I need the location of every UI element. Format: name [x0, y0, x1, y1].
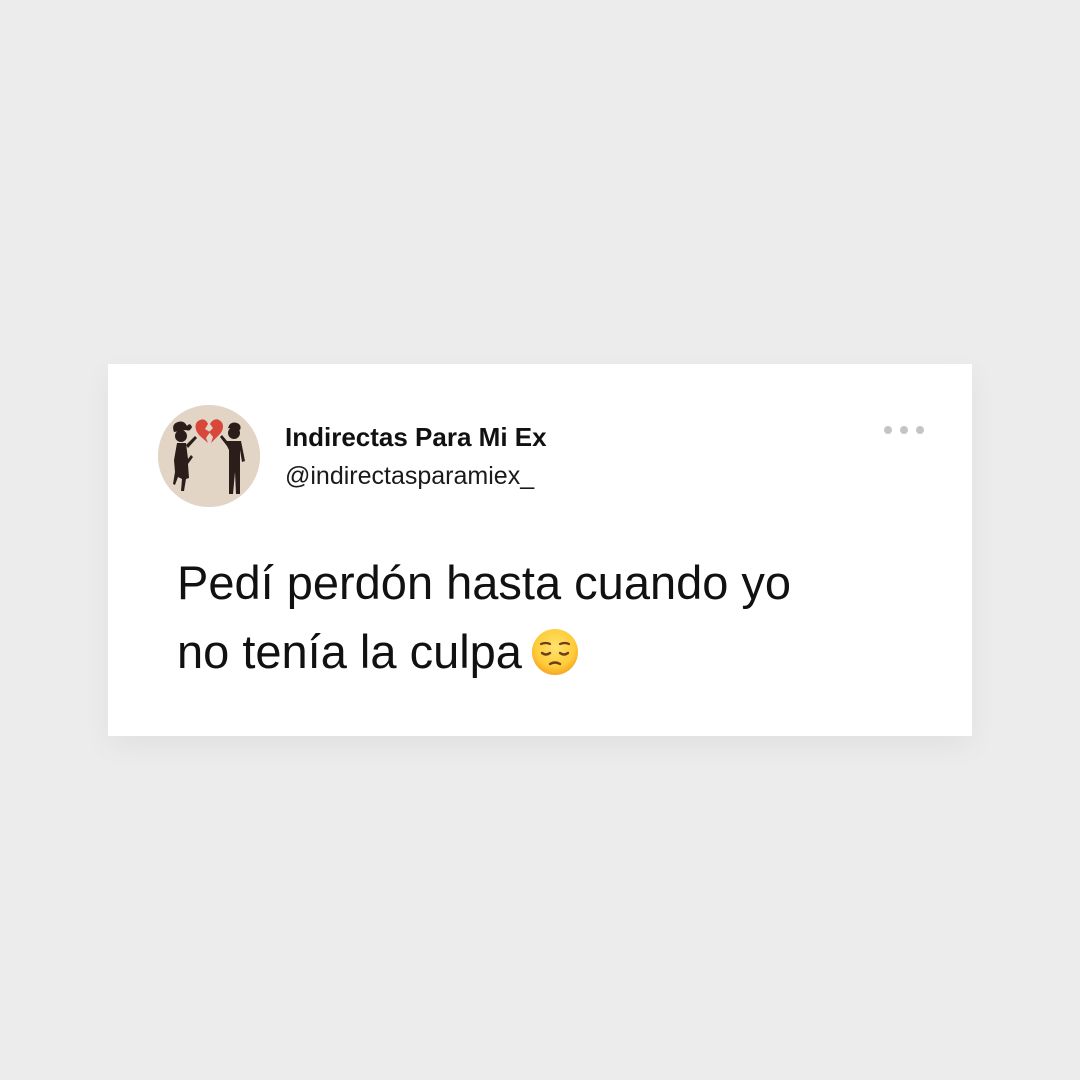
tweet-text-line: Pedí perdón hasta cuando yo — [177, 556, 792, 609]
tweet-text-line: no tenía la culpa — [177, 625, 522, 678]
more-options-button[interactable] — [884, 422, 924, 438]
more-options-icon — [884, 426, 892, 434]
more-options-icon — [916, 426, 924, 434]
pensive-face-emoji-icon — [530, 627, 580, 677]
more-options-icon — [900, 426, 908, 434]
avatar[interactable] — [158, 405, 260, 507]
account-name[interactable]: Indirectas Para Mi Ex — [285, 422, 547, 453]
tweet-card: Indirectas Para Mi Ex @indirectasparamie… — [108, 364, 972, 736]
tweet-text: Pedí perdón hasta cuando yo no tenía la … — [177, 548, 937, 686]
broken-heart-couple-icon — [158, 405, 260, 507]
tweet-text-line-container: no tenía la culpa — [177, 617, 937, 686]
account-handle[interactable]: @indirectasparamiex_ — [285, 462, 534, 491]
